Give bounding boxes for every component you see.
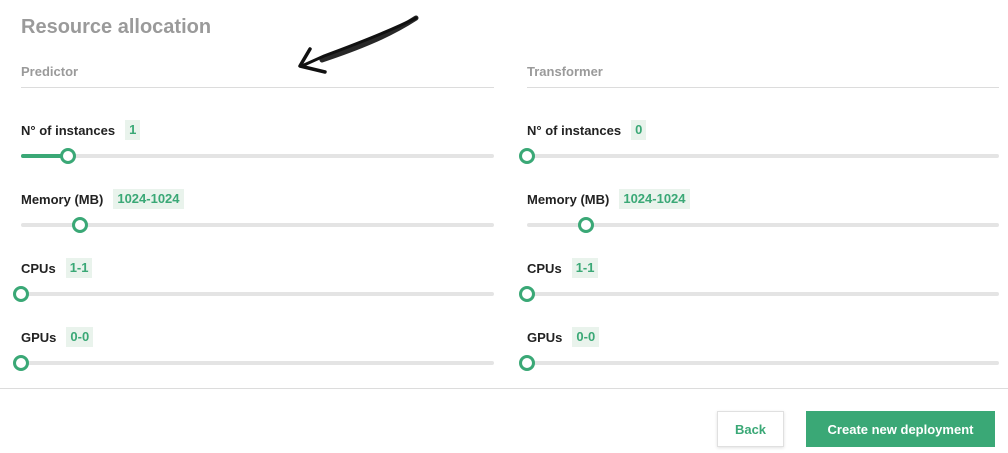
slider-thumb[interactable] [13,355,29,371]
create-deployment-button[interactable]: Create new deployment [806,411,995,447]
slider-thumb[interactable] [519,355,535,371]
slider-track[interactable] [527,154,999,158]
field-label: GPUs [21,329,57,345]
footer-divider [0,388,1008,389]
value-badge: 0-0 [572,327,600,347]
slider-track[interactable] [21,292,494,296]
field-label: Memory (MB) [21,191,104,207]
transformer-cpus-field: CPUs 1-1 [519,258,999,308]
value-badge: 1 [125,120,141,140]
value-badge: 1024-1024 [619,189,690,209]
slider-track[interactable] [527,292,999,296]
slider-thumb[interactable] [60,148,77,164]
slider-thumb[interactable] [578,217,594,233]
predictor-cpus-field: CPUs 1-1 [13,258,494,308]
field-label: CPUs [21,260,56,276]
transformer-gpus-field: GPUs 0-0 [519,327,999,377]
resource-allocation-page: Resource allocation Predictor N° of inst… [0,0,1008,453]
slider-track[interactable] [21,223,494,227]
transformer-instances-field: N° of instances 0 [519,120,999,170]
predictor-heading: Predictor [21,64,79,79]
predictor-instances-field: N° of instances 1 [21,120,494,170]
slider-thumb[interactable] [13,286,29,302]
predictor-gpus-slider[interactable] [13,355,494,371]
slider-track[interactable] [21,361,494,365]
transformer-gpus-slider[interactable] [519,355,999,371]
value-badge: 0 [631,120,647,140]
predictor-divider [21,87,494,88]
field-label: GPUs [527,329,563,345]
slider-thumb[interactable] [519,286,535,302]
transformer-instances-slider[interactable] [519,148,999,164]
transformer-memory-slider[interactable] [527,217,999,233]
value-badge: 1-1 [571,258,599,278]
slider-track[interactable] [527,361,999,365]
value-badge: 1-1 [65,258,93,278]
value-badge: 0-0 [66,327,94,347]
slider-thumb[interactable] [72,217,89,233]
transformer-divider [527,87,999,88]
predictor-memory-slider[interactable] [21,217,494,233]
predictor-column: Predictor N° of instances 1 Memory (MB) … [13,0,494,380]
field-label: CPUs [527,260,562,276]
transformer-memory-field: Memory (MB) 1024-1024 [527,189,999,239]
transformer-heading: Transformer [527,64,603,79]
predictor-gpus-field: GPUs 0-0 [13,327,494,377]
predictor-cpus-slider[interactable] [13,286,494,302]
transformer-column: Transformer N° of instances 0 Memory (MB… [519,0,999,380]
slider-track[interactable] [21,154,494,158]
value-badge: 1024-1024 [113,189,184,209]
field-label: N° of instances [21,122,116,138]
field-label: N° of instances [527,122,622,138]
slider-track[interactable] [527,223,999,227]
back-button[interactable]: Back [717,411,784,447]
field-label: Memory (MB) [527,191,610,207]
predictor-memory-field: Memory (MB) 1024-1024 [21,189,494,239]
predictor-instances-slider[interactable] [21,148,494,164]
transformer-cpus-slider[interactable] [519,286,999,302]
slider-thumb[interactable] [519,148,535,164]
